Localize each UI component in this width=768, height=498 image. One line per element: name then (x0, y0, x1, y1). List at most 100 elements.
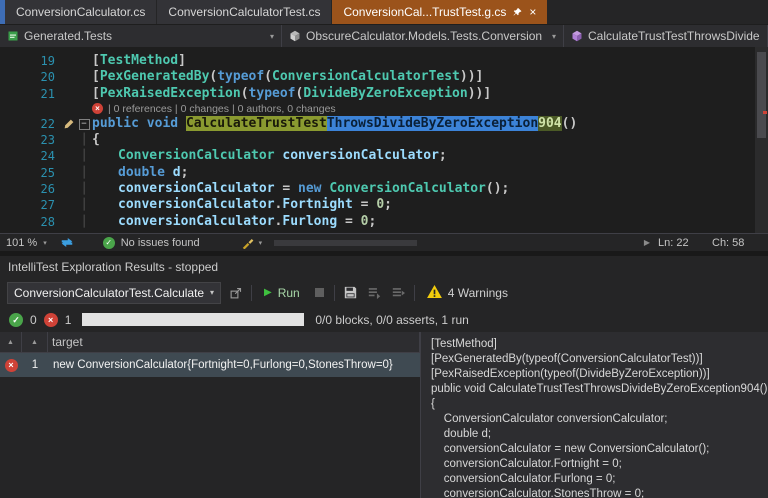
status-column-header[interactable]: ▲ (0, 332, 22, 352)
run-button[interactable]: ▶ Run (259, 284, 305, 302)
code-text: conversionCalculator.Furlong = 0; (92, 214, 768, 230)
code-line[interactable]: 22−public void CalculateTrustTestThrowsD… (0, 116, 768, 132)
scrollbar-thumb[interactable] (274, 240, 417, 246)
horizontal-scrollbar[interactable] (272, 238, 630, 248)
preview-code-line: conversionCalculator = new ConversionCal… (431, 442, 768, 457)
intellitest-toolbar: ConversionCalculatorTest.Calculate ▾ ▶ R… (0, 278, 768, 307)
codelens-indicator[interactable]: × | 0 references | 0 changes | 0 authors,… (92, 102, 768, 116)
export-all-icon[interactable] (390, 285, 407, 301)
run-label: Run (278, 286, 300, 300)
tab-label: ConversionCalculator.cs (16, 5, 145, 19)
preview-code-line: conversionCalculator.StonesThrow = 0; (431, 487, 768, 498)
close-icon[interactable]: × (529, 6, 536, 18)
toolbar-separator (251, 285, 252, 301)
test-failed-icon: × (92, 103, 103, 114)
code-line[interactable]: 23│{ (0, 132, 768, 148)
target-header-label: target (52, 335, 83, 349)
open-in-editor-icon[interactable] (228, 285, 244, 301)
scroll-right-icon[interactable]: ▶ (640, 238, 654, 247)
outline-margin (76, 86, 92, 102)
preview-code-line: conversionCalculator.Furlong = 0; (431, 472, 768, 487)
vertical-scrollbar[interactable] (755, 47, 768, 233)
tab-conversioncalculatortest[interactable]: ConversionCalculatorTest.cs (157, 0, 331, 24)
scrollbar-thumb[interactable] (757, 52, 766, 138)
preview-code-line: ConversionCalculator conversionCalculato… (431, 412, 768, 427)
codelens-text: | 0 references | 0 changes | 0 authors, … (108, 103, 336, 115)
run-status-row: ✓ 0 × 1 0/0 blocks, 0/0 asserts, 1 run (0, 307, 768, 332)
code-line[interactable]: 25│double d; (0, 165, 768, 181)
tab-bar: ConversionCalculator.cs ConversionCalcul… (0, 0, 768, 24)
chevron-down-icon: ▾ (547, 32, 556, 41)
results-table: ▲ ▲ target × 1 new ConversionCalculator{… (0, 332, 421, 498)
code-line[interactable]: 28│conversionCalculator.Furlong = 0; (0, 214, 768, 230)
project-icon (7, 30, 19, 42)
code-cleanup-icon[interactable] (242, 237, 255, 249)
test-preview[interactable]: [TestMethod][PexGeneratedBy(typeof(Conve… (421, 332, 768, 498)
outline-margin: │ (76, 197, 92, 213)
class-icon (289, 30, 301, 42)
index-column-header[interactable]: ▲ (22, 332, 48, 352)
breadcrumb-type-dropdown[interactable]: ObscureCalculator.Models.Tests.Conversio… (282, 25, 564, 47)
chevron-down-icon[interactable]: ▾ (259, 239, 263, 247)
intellitest-panel: IntelliTest Exploration Results - stoppe… (0, 256, 768, 498)
toolbar-separator (334, 285, 335, 301)
result-row[interactable]: × 1 new ConversionCalculator{Fortnight=0… (0, 353, 420, 377)
code-line[interactable]: 19[TestMethod] (0, 53, 768, 69)
passed-icon: ✓ (9, 313, 23, 327)
preview-code-line: conversionCalculator.Fortnight = 0; (431, 457, 768, 472)
navigation-bar: Generated.Tests ▾ ObscureCalculator.Mode… (0, 24, 768, 47)
code-line[interactable]: 21[PexRaisedException(typeof(DivideByZer… (0, 86, 768, 102)
issues-status[interactable]: No issues found (119, 237, 200, 249)
code-line[interactable]: 27│conversionCalculator.Fortnight = 0; (0, 197, 768, 213)
breadcrumb-member-dropdown[interactable]: CalculateTrustTestThrowsDivideByZeroExce… (564, 25, 768, 47)
gutter-cell (62, 214, 76, 230)
export-list-icon[interactable] (366, 285, 383, 301)
code-text: [PexGeneratedBy(typeof(ConversionCalcula… (92, 69, 768, 85)
chevron-down-icon: ▾ (265, 32, 274, 41)
code-editor[interactable]: 19[TestMethod]20 [PexGeneratedBy(typeof(C… (0, 47, 768, 233)
gutter-cell (62, 165, 76, 181)
line-number: 20 (0, 69, 62, 85)
outline-margin: │ (76, 181, 92, 197)
chevron-down-icon: ▾ (206, 288, 214, 297)
panel-body: ▲ ▲ target × 1 new ConversionCalculator{… (0, 332, 768, 498)
navigate-icon[interactable] (61, 237, 73, 248)
target-column-header[interactable]: target (48, 332, 420, 352)
code-line[interactable]: 20 [PexGeneratedBy(typeof(ConversionCalcu… (0, 69, 768, 85)
pin-icon[interactable] (513, 7, 522, 17)
tab-conversioncalculator[interactable]: ConversionCalculator.cs (5, 0, 156, 24)
play-icon: ▶ (264, 287, 272, 298)
gutter-cell (62, 69, 76, 85)
stop-icon[interactable] (312, 285, 327, 300)
collapse-region-icon[interactable]: − (79, 119, 90, 130)
run-summary: 0/0 blocks, 0/0 asserts, 1 run (315, 313, 468, 327)
results-header: ▲ ▲ target (0, 332, 420, 353)
tab-label: ConversionCalculatorTest.cs (168, 5, 320, 19)
code-text: conversionCalculator = new ConversionCal… (92, 181, 768, 197)
line-number: 21 (0, 86, 62, 102)
outline-margin (76, 53, 92, 69)
gutter-cell (62, 148, 76, 164)
failed-icon: × (44, 313, 58, 327)
zoom-level[interactable]: 101 % (6, 237, 39, 249)
test-selector-dropdown[interactable]: ConversionCalculatorTest.Calculate ▾ (7, 282, 221, 304)
chevron-down-icon[interactable]: ▾ (43, 239, 47, 247)
breadcrumb-type-label: ObscureCalculator.Models.Tests.Conversio… (306, 29, 542, 43)
warnings-button[interactable]: 4 Warnings (422, 283, 513, 303)
sort-icon: ▲ (7, 339, 14, 346)
tab-trusttest-active[interactable]: ConversionCal...TrustTest.g.cs × (332, 0, 547, 24)
outline-margin: − (76, 116, 92, 132)
breadcrumb-project-dropdown[interactable]: Generated.Tests ▾ (0, 25, 282, 47)
warnings-label: 4 Warnings (448, 286, 508, 300)
preview-code-line: { (431, 397, 768, 412)
code-line[interactable]: 24│ConversionCalculator conversionCalcul… (0, 148, 768, 164)
sort-icon: ▲ (31, 339, 38, 346)
gutter-cell (62, 132, 76, 148)
health-check-icon[interactable]: ✓ (103, 237, 115, 249)
outline-margin: │ (76, 148, 92, 164)
code-line[interactable]: 26│conversionCalculator = new Conversion… (0, 181, 768, 197)
save-icon[interactable] (342, 284, 359, 301)
edit-pencil-icon (62, 116, 76, 132)
row-target-cell: new ConversionCalculator{Fortnight=0,Fur… (48, 359, 420, 371)
line-number: 19 (0, 53, 62, 69)
